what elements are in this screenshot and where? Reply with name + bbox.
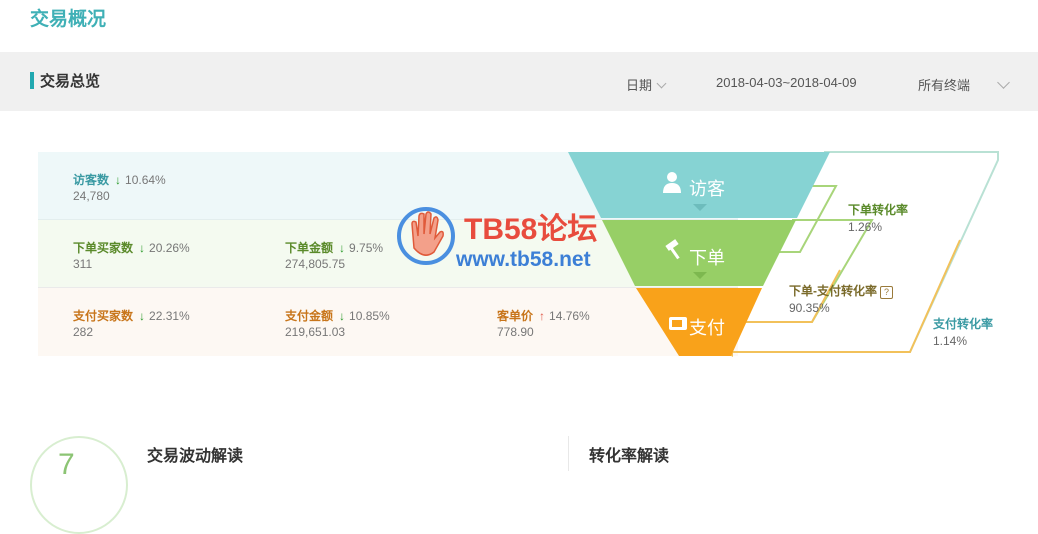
divider bbox=[568, 436, 569, 471]
funnel-visitor-label: 访客 bbox=[689, 179, 725, 199]
wallet-icon bbox=[669, 317, 687, 330]
rate-value: 1.14% bbox=[933, 334, 968, 348]
funnel-order-label: 下单 bbox=[689, 248, 725, 268]
rate-label: 下单-支付转化率 bbox=[789, 284, 877, 298]
rate-label: 下单转化率 bbox=[848, 203, 909, 217]
order-pay-rate: 下单-支付转化率? 90.35% bbox=[789, 283, 893, 317]
watermark-title: TB58论坛 bbox=[464, 213, 598, 246]
score-ring bbox=[30, 436, 128, 534]
conversion-heading: 转化率解读 bbox=[589, 448, 670, 465]
hand-logo-icon bbox=[397, 207, 455, 265]
watermark: TB58论坛 www.tb58.net bbox=[390, 200, 650, 280]
funnel-pay-label: 支付 bbox=[689, 318, 725, 338]
order-rate: 下单转化率 1.26% bbox=[848, 202, 908, 236]
help-icon[interactable]: ? bbox=[880, 286, 893, 299]
rate-label: 支付转化率 bbox=[933, 317, 994, 331]
score-value: 7 bbox=[58, 448, 75, 481]
fluctuation-heading: 交易波动解读 bbox=[147, 448, 244, 465]
watermark-url: www.tb58.net bbox=[456, 248, 591, 271]
rate-value: 90.35% bbox=[789, 301, 830, 315]
pay-rate: 支付转化率 1.14% bbox=[933, 316, 993, 350]
rate-value: 1.26% bbox=[848, 220, 883, 234]
